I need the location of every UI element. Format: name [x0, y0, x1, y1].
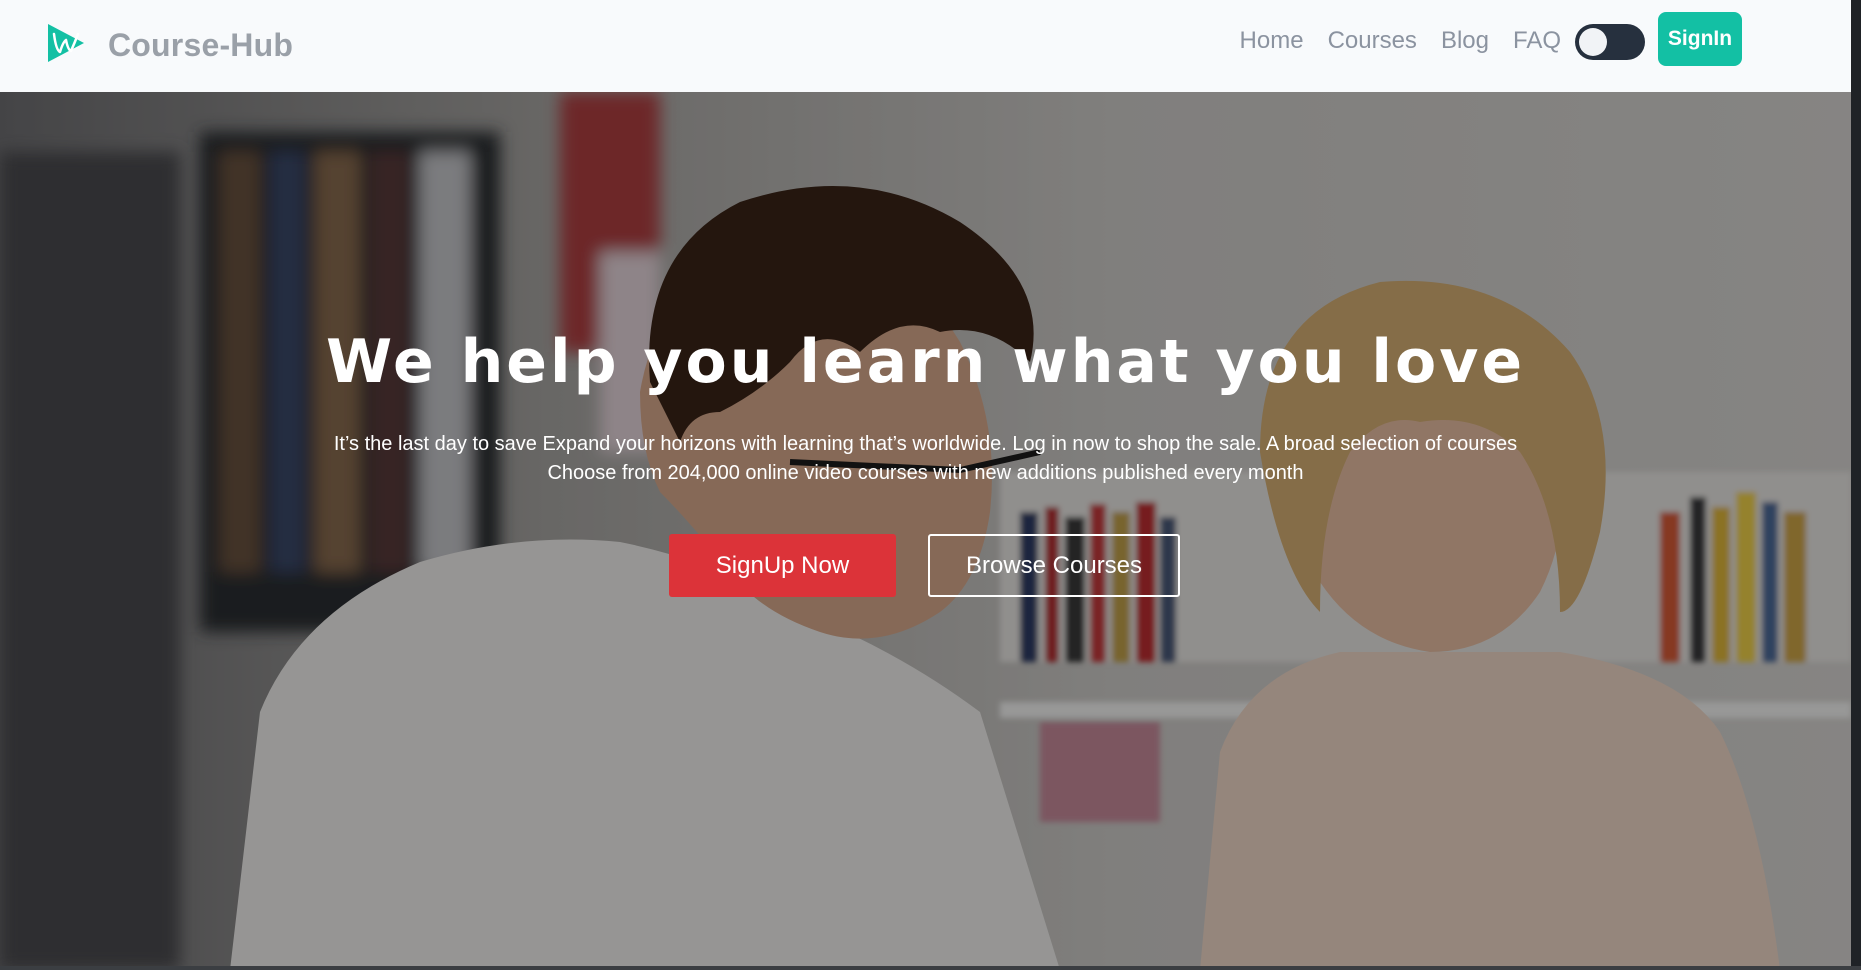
window-bottom-edge [0, 966, 1861, 970]
nav-link-blog[interactable]: Blog [1441, 27, 1489, 55]
brand-name: Course-Hub [108, 27, 294, 63]
page: Course-Hub Home Courses Blog FAQ SignIn [0, 0, 1851, 970]
navbar: Course-Hub Home Courses Blog FAQ SignIn [0, 0, 1851, 92]
window-edge [1851, 0, 1861, 970]
nav-links: Home Courses Blog FAQ [1240, 27, 1561, 55]
nav-link-faq[interactable]: FAQ [1513, 27, 1561, 55]
hero-overlay [0, 92, 1851, 970]
hero-title: We help you learn what you love [325, 327, 1526, 397]
nav-link-home[interactable]: Home [1240, 27, 1304, 55]
play-w-logo-icon [44, 20, 88, 71]
brand[interactable]: Course-Hub [44, 20, 293, 71]
nav-link-courses[interactable]: Courses [1328, 27, 1417, 55]
hero-section: We help you learn what you love It’s the… [0, 92, 1851, 970]
browse-courses-button[interactable]: Browse Courses [928, 534, 1180, 597]
toggle-knob [1579, 28, 1607, 56]
theme-toggle[interactable] [1575, 24, 1645, 60]
signup-now-button[interactable]: SignUp Now [669, 534, 896, 597]
signin-button[interactable]: SignIn [1658, 12, 1742, 66]
hero-description: It’s the last day to save Expand your ho… [333, 433, 1518, 484]
